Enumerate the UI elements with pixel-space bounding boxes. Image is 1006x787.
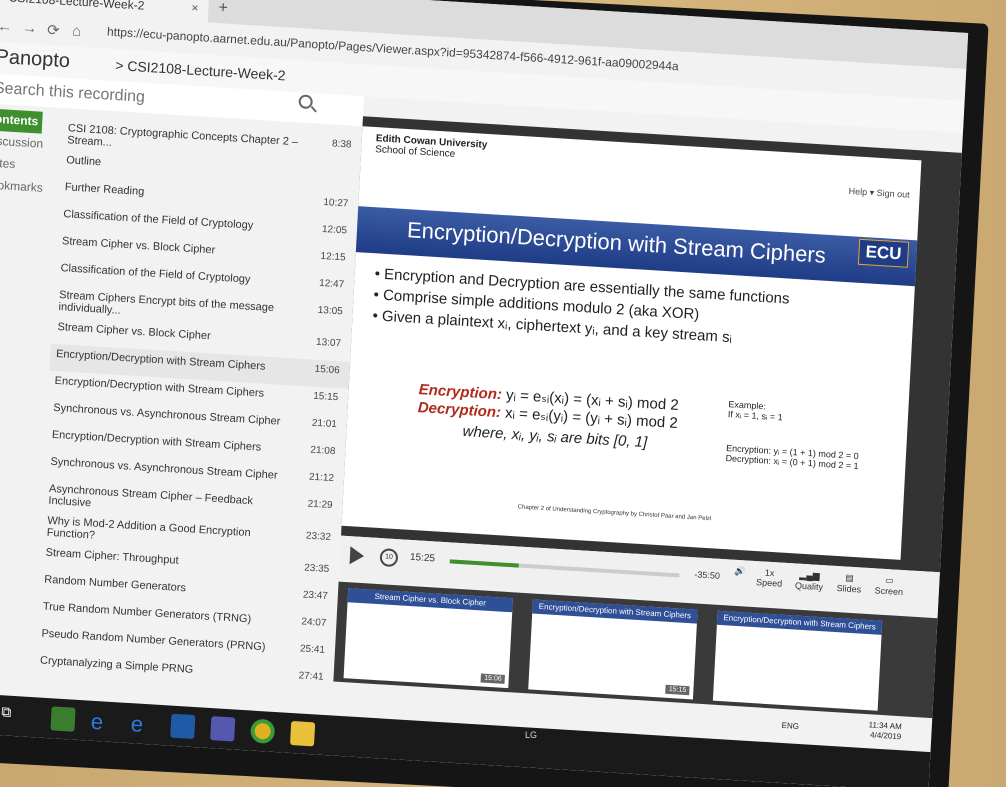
home-icon[interactable]: ⌂ xyxy=(72,22,82,40)
chrome-icon[interactable] xyxy=(250,718,276,744)
play-icon[interactable] xyxy=(349,546,365,566)
back-icon[interactable]: ← xyxy=(0,18,13,36)
video-viewer[interactable]: Edith Cowan University School of Science… xyxy=(341,116,962,573)
slide-header: Edith Cowan University School of Science xyxy=(375,133,488,162)
outline-item-time: 15:15 xyxy=(312,390,339,404)
outline-item-time: 23:32 xyxy=(305,530,332,544)
outlook-icon[interactable] xyxy=(170,713,196,740)
forward-icon[interactable]: → xyxy=(22,19,38,37)
outline-item-time: 21:12 xyxy=(308,471,335,485)
lg-logo: LG xyxy=(525,730,538,740)
speed-label: Speed xyxy=(755,577,783,589)
outline-item-time: 13:05 xyxy=(317,304,344,318)
outline-item-time: 21:29 xyxy=(307,498,333,512)
language-indicator[interactable]: ENG xyxy=(781,721,799,731)
help-signout[interactable]: Help ▾ Sign out xyxy=(848,186,909,201)
task-view-icon[interactable]: ⧉ xyxy=(1,703,26,728)
screen-control[interactable]: ▭ Screen xyxy=(869,574,910,597)
example-box: Example: If xᵢ = 1, sᵢ = 1 Encryption: y… xyxy=(725,399,888,473)
thumbnail-title: Encryption/Decryption with Stream Cipher… xyxy=(532,599,698,624)
outline-item-time: 13:07 xyxy=(315,336,342,350)
slide-credit: Chapter 2 of Understanding Cryptography … xyxy=(517,504,712,523)
left-tabs: Contents Discussion Notes Bookmarks xyxy=(0,106,44,312)
ie-icon[interactable]: e xyxy=(130,711,155,737)
edge-icon[interactable]: e xyxy=(90,709,115,735)
outline-item-time: 8:38 xyxy=(331,138,352,151)
new-tab-button[interactable]: + xyxy=(218,0,228,18)
panopto-logo[interactable]: Panopto xyxy=(0,46,71,74)
tab-bookmarks[interactable]: Bookmarks xyxy=(0,173,43,200)
outline-item-time: 15:06 xyxy=(314,363,340,377)
breadcrumb-separator: > xyxy=(114,57,124,74)
thumbnail-title: Stream Cipher vs. Block Cipher xyxy=(347,588,513,613)
outline-item-time: 12:47 xyxy=(318,277,345,291)
breadcrumb-title[interactable]: CSI2108-Lecture-Week-2 xyxy=(127,58,286,84)
file-explorer-icon[interactable] xyxy=(289,720,316,747)
outline-item-time: 12:05 xyxy=(321,223,348,237)
tab-close-icon[interactable]: × xyxy=(191,1,199,15)
thumbnail-time: 15:06 xyxy=(480,673,505,684)
slides-control[interactable]: ▤ Slides xyxy=(829,572,870,595)
reload-icon[interactable]: ⟳ xyxy=(47,21,60,40)
app-icon[interactable] xyxy=(50,706,76,732)
outline-list: CSI 2108: Cryptographic Concepts Chapter… xyxy=(30,118,362,755)
clock-date[interactable]: 4/4/2019 xyxy=(870,730,902,741)
formulas: Encryption: yᵢ = eₛᵢ(xᵢ) = (xᵢ + sᵢ) mod… xyxy=(416,380,679,453)
monitor-screen: CSI2108-Lecture-Week-2 × + ← → ⟳ ⌂ https… xyxy=(0,0,969,787)
current-time: 15:25 xyxy=(409,551,436,565)
remaining-time: -35:50 xyxy=(694,569,721,581)
speed-control[interactable]: 1x Speed xyxy=(749,567,790,589)
decryption-label: Decryption: xyxy=(417,399,502,422)
progress-bar[interactable] xyxy=(449,559,680,578)
quality-label: Quality xyxy=(794,580,824,593)
outline-item-time: 23:35 xyxy=(303,562,330,576)
outline-item-time: 25:41 xyxy=(299,643,326,656)
ecu-logo: ECU xyxy=(857,238,910,268)
speed-value: 1x xyxy=(764,567,775,579)
slides-label: Slides xyxy=(836,583,862,595)
quality-control[interactable]: ▂▄▆ Quality xyxy=(789,569,830,592)
tab-contents[interactable]: Contents xyxy=(0,106,43,134)
outline-item-time: 21:08 xyxy=(310,444,336,458)
teams-icon[interactable] xyxy=(210,716,236,742)
thumbnail[interactable]: Encryption/Decryption with Stream Cipher… xyxy=(712,610,883,711)
outline-item-time: 24:07 xyxy=(301,616,327,629)
thumbnail-time: 15:15 xyxy=(665,684,690,696)
outline-item-time: 10:27 xyxy=(323,197,349,210)
progress-fill xyxy=(449,559,519,568)
thumbnail[interactable]: Encryption/Decryption with Stream Cipher… xyxy=(528,599,698,700)
thumbnail[interactable]: Stream Cipher vs. Block Cipher 15:06 xyxy=(343,588,513,689)
breadcrumb: > CSI2108-Lecture-Week-2 xyxy=(115,57,286,83)
screen-label: Screen xyxy=(874,585,904,598)
slide-title: Encryption/Decryption with Stream Cipher… xyxy=(406,217,827,268)
outline-item-time: 27:41 xyxy=(298,670,324,683)
outline-item-time: 12:15 xyxy=(320,250,346,264)
thumbnail-title: Encryption/Decryption with Stream Cipher… xyxy=(716,610,883,635)
rewind-10-icon[interactable]: 10 xyxy=(379,548,399,568)
outline-item-time: 21:01 xyxy=(311,417,338,431)
outline-item-time: 23:47 xyxy=(302,589,329,602)
tab-notes[interactable]: Notes xyxy=(0,151,40,178)
tab-discussion[interactable]: Discussion xyxy=(0,129,44,156)
search-icon[interactable] xyxy=(298,94,314,110)
slide: Edith Cowan University School of Science… xyxy=(341,126,922,560)
